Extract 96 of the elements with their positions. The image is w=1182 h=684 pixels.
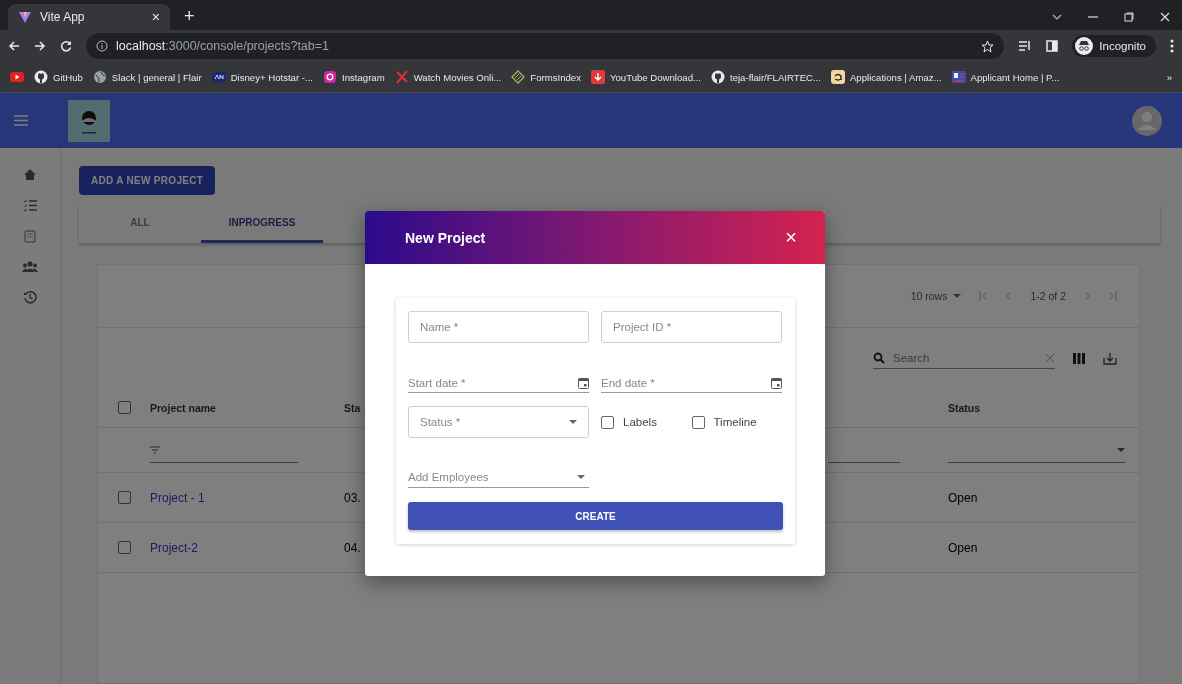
previous-page-icon[interactable] [1006, 291, 1013, 301]
caret-down-icon [569, 420, 577, 424]
first-page-icon[interactable] [979, 291, 989, 301]
tab-close-button[interactable]: × [151, 9, 160, 25]
calendar-icon[interactable] [578, 376, 589, 389]
checkbox-label: Timeline [713, 416, 757, 428]
project-link[interactable]: Project - 1 [150, 490, 205, 505]
last-page-icon[interactable] [1108, 291, 1117, 301]
side-panel-icon[interactable] [1046, 40, 1059, 52]
chevron-down-icon[interactable] [1052, 14, 1062, 20]
table-cell: Open [948, 490, 978, 505]
tv-logo-icon [211, 70, 226, 84]
columns-icon[interactable] [1073, 352, 1085, 364]
dialog-title: New Project [405, 229, 487, 246]
column-header: Project name [150, 401, 217, 414]
bookmark[interactable]: Instagram [323, 70, 385, 84]
close-button[interactable]: × [785, 226, 797, 249]
browser-tab[interactable]: Vite App × [8, 4, 170, 30]
column-header: Status [948, 401, 982, 414]
home-icon[interactable] [23, 168, 37, 181]
employee-select-field[interactable]: Add Employees [408, 470, 577, 483]
bookmark[interactable]: YouTube Download... [590, 70, 701, 84]
date-field[interactable]: End date * [601, 376, 771, 389]
vite-logo-icon [18, 10, 32, 24]
bookmark[interactable]: GitHub [34, 70, 83, 84]
reload-icon[interactable] [60, 40, 72, 52]
forward-icon[interactable] [34, 40, 46, 52]
caret-down-icon [577, 474, 585, 479]
filter-icon [150, 445, 160, 454]
history-icon[interactable] [23, 290, 37, 304]
next-page-icon[interactable] [1084, 291, 1090, 301]
table-cell: Open [948, 540, 978, 555]
bookmark[interactable]: Watch Movies Onli... [394, 70, 502, 84]
github-icon [710, 70, 725, 84]
checkbox[interactable] [117, 541, 131, 554]
column-header: Sta [344, 401, 362, 414]
checkbox[interactable] [691, 415, 705, 429]
cross-mark-icon [394, 70, 409, 84]
incognito-icon [1075, 37, 1094, 55]
logo-icon[interactable] [68, 99, 110, 142]
date-field[interactable]: Start date * [408, 376, 578, 389]
document-icon[interactable] [24, 230, 36, 243]
create-button[interactable]: CREATE [408, 502, 783, 530]
shopping-icon [830, 70, 845, 84]
bookmark[interactable]: Disney+ Hotstar -... [211, 70, 313, 84]
checkbox-label: Labels [623, 416, 657, 428]
table-cell: 04. [344, 540, 361, 555]
search-field[interactable]: Search [891, 350, 1039, 365]
tab[interactable]: INPROGRESS [201, 204, 323, 243]
bookmark[interactable]: FormsIndex [511, 70, 581, 84]
url-path: :3000/console/projects?tab=1 [165, 39, 329, 53]
checkbox[interactable] [117, 491, 131, 504]
star-icon[interactable] [981, 39, 995, 53]
checkbox[interactable] [601, 415, 614, 429]
close-icon[interactable] [1160, 12, 1170, 22]
table-cell: 03. [344, 490, 361, 505]
caret-down-icon [953, 294, 962, 298]
new-tab-button[interactable]: + [184, 6, 195, 27]
incognito-badge[interactable]: Incognito [1072, 35, 1156, 57]
text-field[interactable]: Name * [408, 311, 589, 343]
project-link[interactable]: Project-2 [150, 540, 199, 555]
globe-icon [92, 70, 107, 84]
group-icon[interactable] [22, 261, 38, 272]
search-icon [873, 351, 885, 364]
bookmark[interactable]: Applicant Home | P... [951, 70, 1060, 84]
info-icon[interactable] [96, 40, 108, 52]
calendar-icon[interactable] [771, 376, 782, 389]
bookmark[interactable]: Slack | general | Flair [92, 70, 202, 84]
rows-per-page-select[interactable]: 10 rows [910, 290, 962, 302]
page-range: 1-2 of 2 [1030, 290, 1066, 302]
url-host: localhost [116, 39, 166, 53]
select-field[interactable]: Status * [408, 406, 589, 438]
media-list-icon[interactable] [1018, 40, 1033, 52]
play-icon[interactable] [10, 70, 24, 84]
caret-down-icon [1117, 447, 1125, 452]
checkbox[interactable] [117, 401, 131, 414]
more-icon[interactable] [1170, 39, 1174, 53]
bookmark[interactable]: Applications | Amaz... [830, 70, 942, 84]
avatar-icon[interactable] [1132, 105, 1162, 136]
clear-icon[interactable] [1045, 352, 1055, 363]
menu-icon[interactable] [14, 115, 28, 126]
back-icon[interactable] [8, 40, 20, 52]
id-card-icon [951, 70, 966, 84]
download-icon [590, 70, 605, 84]
diamond-icon [511, 70, 526, 84]
add-project-button[interactable]: ADD A NEW PROJECT [79, 166, 216, 195]
address-bar[interactable]: localhost:3000/console/projects?tab=1 [86, 33, 1005, 59]
camera-icon [323, 70, 337, 84]
tab-title: Vite App [40, 10, 86, 24]
maximize-icon[interactable] [1124, 12, 1134, 22]
bookmark[interactable]: teja-flair/FLAIRTEC... [710, 70, 821, 84]
bookmarks-overflow-button[interactable]: » [1166, 71, 1172, 83]
github-icon [34, 70, 48, 84]
text-field[interactable]: Project ID * [601, 311, 782, 343]
download-icon[interactable] [1103, 351, 1117, 365]
checklist-icon[interactable] [23, 199, 37, 212]
